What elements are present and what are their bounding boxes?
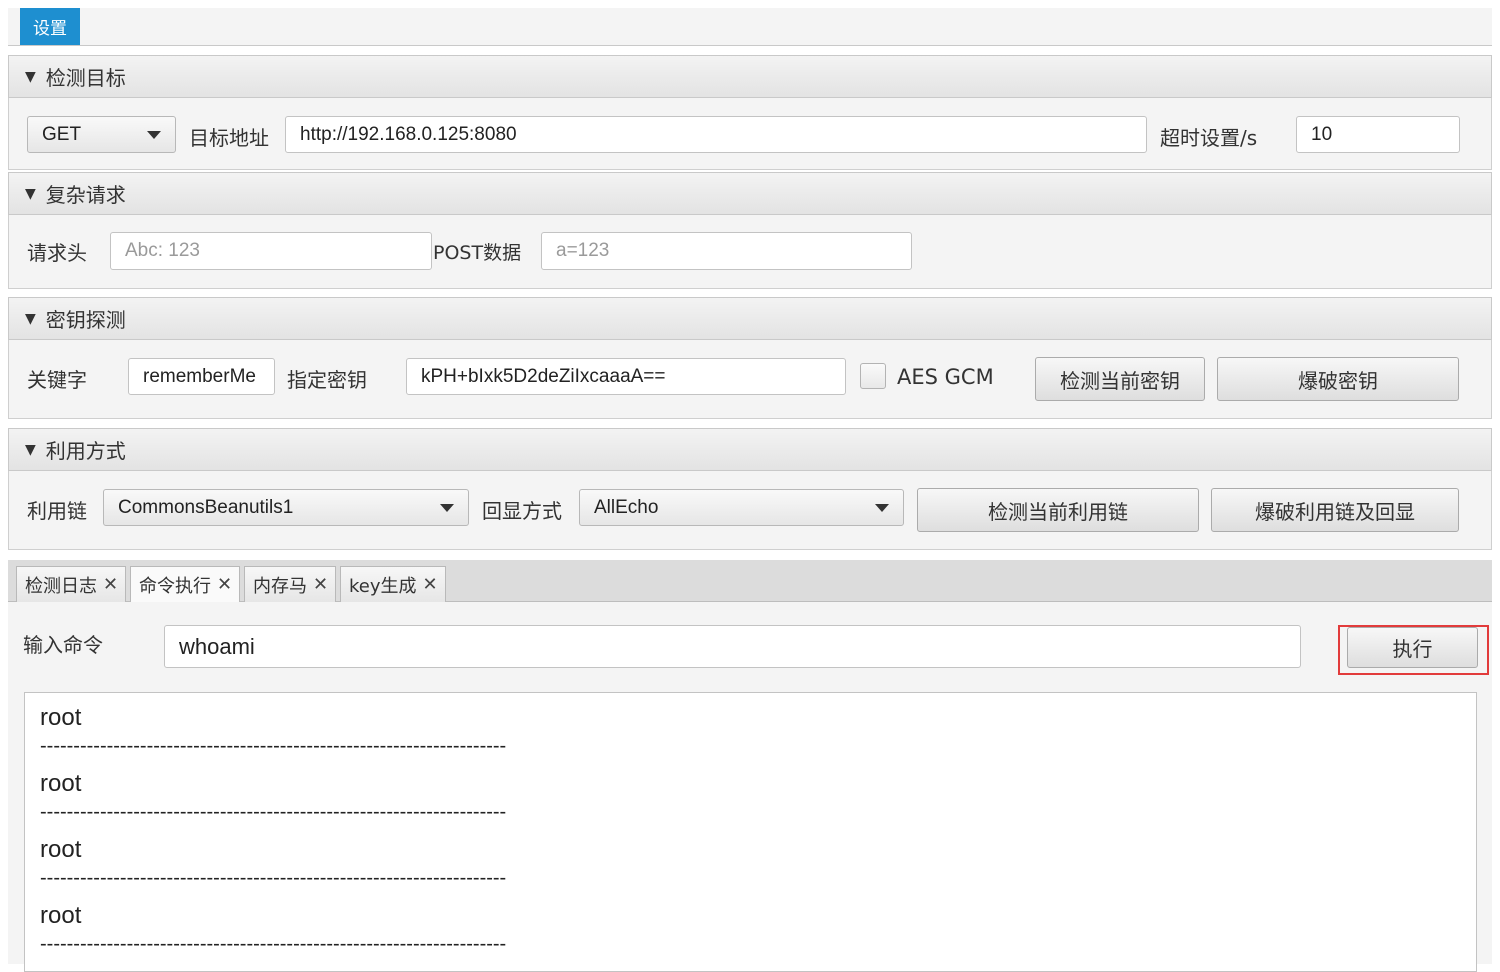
menu-bar	[8, 8, 1492, 46]
brute-chain-button[interactable]: 爆破利用链及回显	[1211, 488, 1459, 532]
tab-key-gen[interactable]: key生成 ✕	[340, 566, 446, 602]
collapse-triangle-icon: ▼	[25, 185, 36, 202]
pane-target-header[interactable]: ▼ 检测目标	[8, 55, 1492, 98]
headers-input[interactable]: Abc: 123	[110, 232, 432, 270]
chain-label: 利用链	[27, 499, 87, 523]
pane-complex-title: 复杂请求	[45, 183, 126, 207]
headers-label: 请求头	[27, 241, 87, 265]
detect-chain-button[interactable]: 检测当前利用链	[917, 488, 1199, 532]
method-select[interactable]: GET	[27, 116, 176, 153]
chain-select[interactable]: CommonsBeanutils1	[103, 489, 469, 526]
pane-exploit-title: 利用方式	[45, 439, 126, 463]
output-separator: ----------------------------------------…	[40, 933, 507, 955]
menu-settings[interactable]: 设置	[20, 8, 80, 45]
close-icon[interactable]: ✕	[103, 574, 118, 595]
keyword-label: 关键字	[27, 368, 87, 392]
url-label: 目标地址	[189, 126, 269, 150]
post-label: POST数据	[433, 242, 522, 264]
brute-key-button[interactable]: 爆破密钥	[1217, 357, 1459, 401]
output-separator: ----------------------------------------…	[40, 867, 507, 889]
specified-key-input[interactable]: kPH+bIxk5D2deZiIxcaaaA==	[406, 358, 846, 395]
execute-button[interactable]: 执行	[1347, 627, 1478, 668]
specified-key-label: 指定密钥	[287, 368, 367, 392]
detect-key-button[interactable]: 检测当前密钥	[1035, 357, 1205, 401]
close-icon[interactable]: ✕	[217, 574, 232, 595]
post-input[interactable]: a=123	[541, 232, 912, 270]
output-line: root	[40, 902, 82, 929]
output-separator: ----------------------------------------…	[40, 801, 507, 823]
tab-label: key生成	[349, 575, 417, 597]
pane-complex-header[interactable]: ▼ 复杂请求	[8, 172, 1492, 215]
collapse-triangle-icon: ▼	[25, 68, 36, 85]
command-label: 输入命令	[23, 632, 103, 657]
close-icon[interactable]: ✕	[423, 574, 438, 595]
tab-memshell[interactable]: 内存马 ✕	[244, 566, 336, 602]
output-line: root	[40, 836, 82, 863]
output-line: root	[40, 770, 82, 797]
command-output[interactable]: root -----------------------------------…	[24, 692, 1477, 972]
pane-key-title: 密钥探测	[45, 308, 126, 332]
aes-gcm-checkbox[interactable]	[860, 363, 886, 389]
command-input[interactable]: whoami	[164, 625, 1301, 668]
tab-detect-log[interactable]: 检测日志 ✕	[16, 566, 126, 602]
chevron-down-icon	[875, 503, 889, 512]
collapse-triangle-icon: ▼	[25, 310, 36, 327]
tab-label: 检测日志	[25, 575, 97, 597]
output-line: root	[40, 704, 82, 731]
timeout-input[interactable]: 10	[1296, 116, 1460, 153]
aes-gcm-label: AES GCM	[897, 364, 994, 389]
tab-command-exec[interactable]: 命令执行 ✕	[130, 566, 240, 602]
keyword-input[interactable]: rememberMe	[128, 358, 275, 395]
chevron-down-icon	[147, 130, 161, 139]
timeout-label: 超时设置/s	[1160, 126, 1258, 150]
tab-label: 内存马	[253, 575, 307, 597]
url-input[interactable]: http://192.168.0.125:8080	[285, 116, 1147, 153]
pane-exploit-header[interactable]: ▼ 利用方式	[8, 428, 1492, 471]
method-value: GET	[42, 123, 82, 145]
echo-value: AllEcho	[594, 496, 659, 518]
echo-select[interactable]: AllEcho	[579, 489, 904, 526]
echo-label: 回显方式	[482, 499, 562, 523]
collapse-triangle-icon: ▼	[25, 441, 36, 458]
pane-key-header[interactable]: ▼ 密钥探测	[8, 297, 1492, 340]
output-separator: ----------------------------------------…	[40, 735, 507, 757]
close-icon[interactable]: ✕	[313, 574, 328, 595]
tab-label: 命令执行	[139, 575, 211, 597]
pane-target-title: 检测目标	[45, 66, 126, 90]
chain-value: CommonsBeanutils1	[118, 496, 294, 518]
chevron-down-icon	[440, 503, 454, 512]
